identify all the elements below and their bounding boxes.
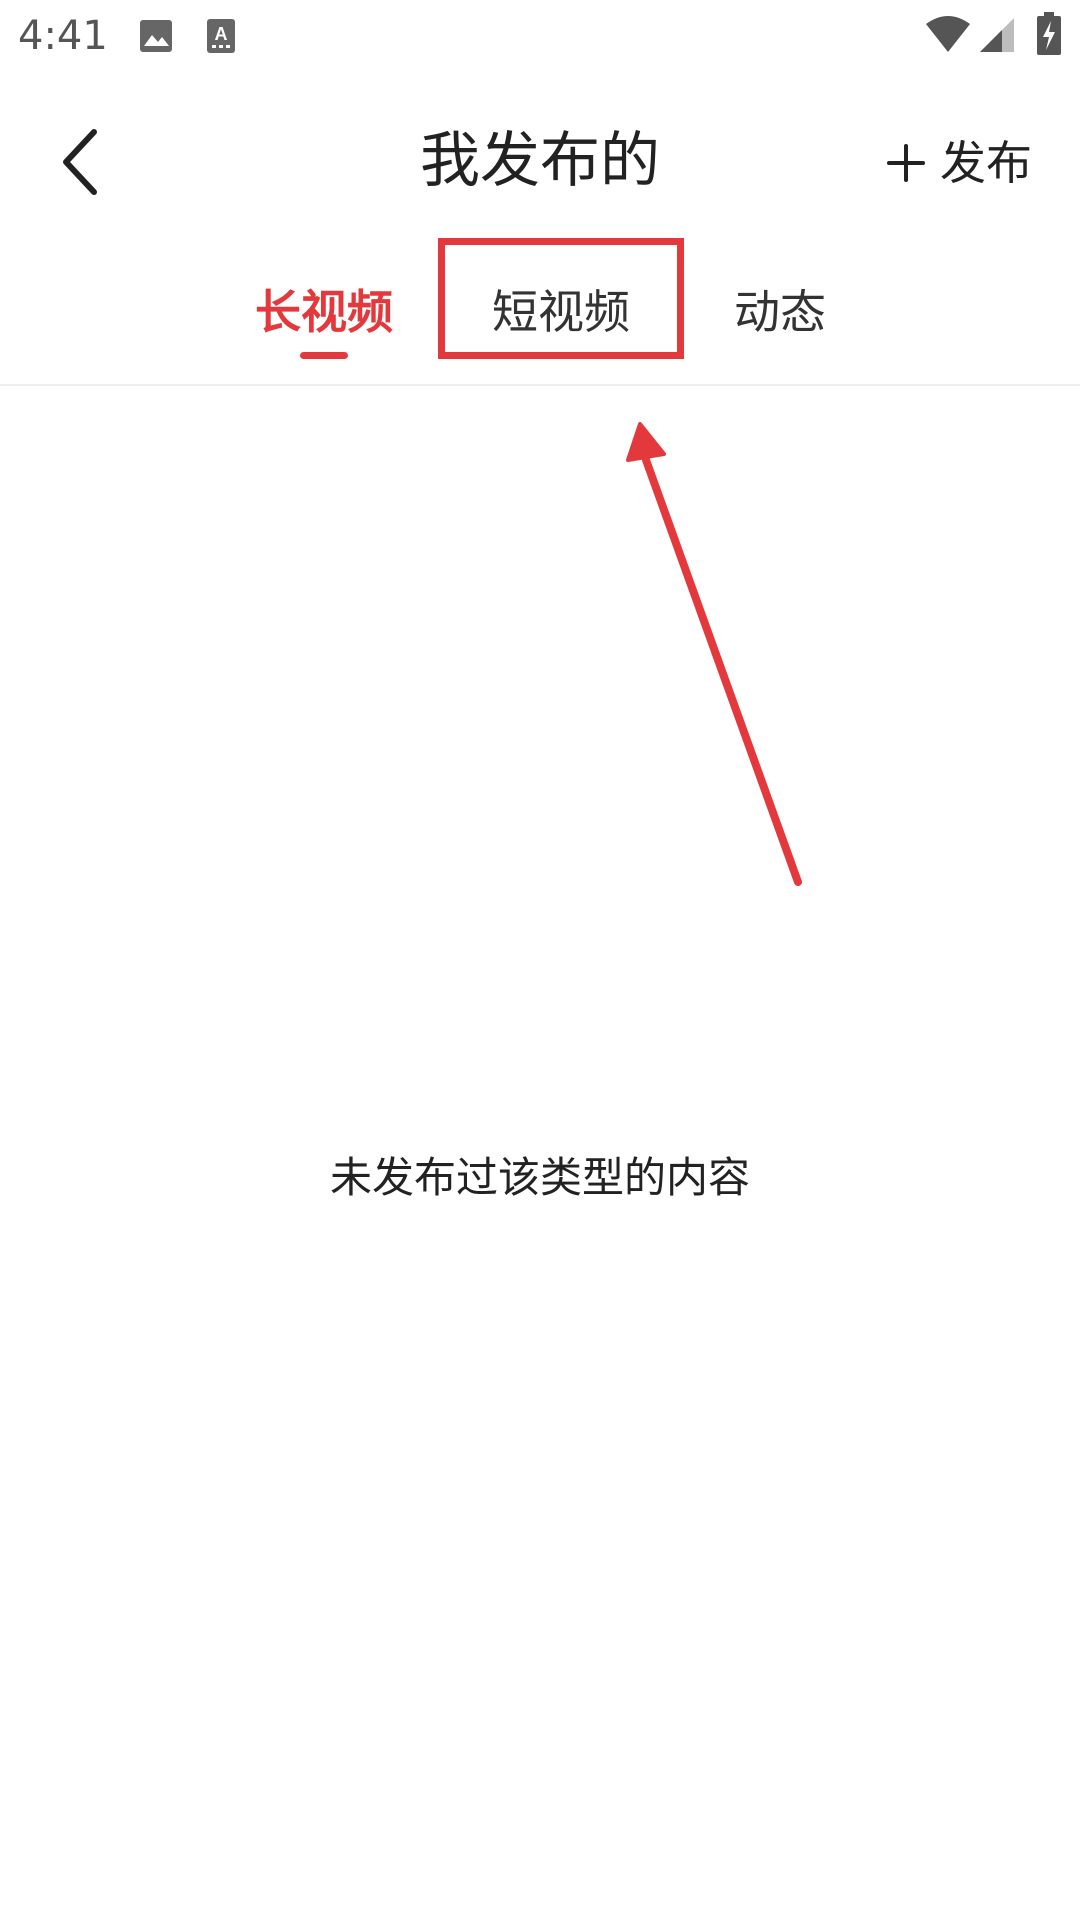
text-a-icon: A [207,19,235,53]
tab-divider [0,384,1080,386]
annotation-highlight-box [438,238,684,359]
tab-label: 动态 [734,285,826,339]
tab-moments[interactable]: 动态 [720,280,840,344]
status-bar: 4:41 A [0,0,1080,74]
empty-state-message: 未发布过该类型的内容 [329,1153,750,1202]
wifi-icon [926,16,970,52]
status-time: 4:41 [18,13,108,59]
publish-button[interactable]: 发布 [886,128,1032,198]
plus-icon [887,144,925,182]
battery-charging-icon [1037,12,1061,55]
tab-label: 长视频 [255,285,393,339]
svg-text:A: A [215,24,228,44]
image-icon [140,20,172,52]
app-bar: 我发布的 发布 [0,90,1080,230]
publish-label: 发布 [940,136,1032,190]
tab-long-video[interactable]: 长视频 [244,280,404,344]
signal-icon [980,18,1014,52]
active-tab-indicator [300,352,348,359]
